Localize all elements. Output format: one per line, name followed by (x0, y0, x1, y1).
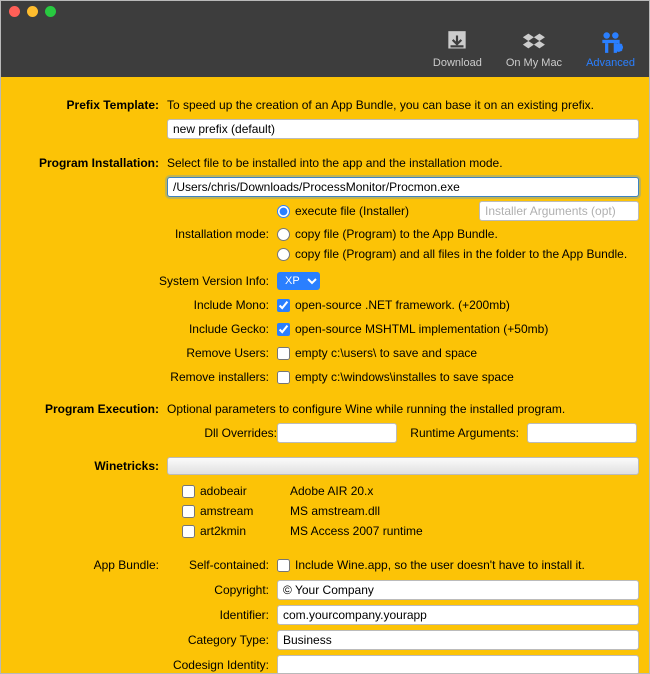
winetricks-list: adobeairAdobe AIR 20.xamstreamMS amstrea… (182, 481, 639, 541)
program-execution-desc: Optional parameters to configure Wine wh… (167, 399, 639, 419)
app-bundle-label: App Bundle: (7, 558, 167, 572)
include-gecko-checkbox[interactable] (277, 323, 290, 336)
winetrick-desc: Adobe AIR 20.x (290, 484, 373, 498)
include-gecko-desc: open-source MSHTML implementation (+50mb… (295, 322, 548, 336)
include-mono-checkbox[interactable] (277, 299, 290, 312)
mode-copy-radio[interactable] (277, 228, 290, 241)
tab-advanced[interactable]: Advanced (586, 29, 635, 69)
mode-copy-label: copy file (Program) to the App Bundle. (295, 227, 498, 241)
winetrick-checkbox[interactable] (182, 525, 195, 538)
toolbar: Download On My Mac Advanced (1, 21, 649, 77)
winetrick-item: adobeairAdobe AIR 20.x (182, 481, 639, 501)
winetrick-name: amstream (200, 504, 290, 518)
winetrick-checkbox[interactable] (182, 505, 195, 518)
content-area: Prefix Template: To speed up the creatio… (1, 77, 649, 673)
advanced-icon (598, 29, 624, 55)
dll-overrides-input[interactable] (277, 423, 397, 443)
system-version-label: System Version Info: (7, 271, 277, 291)
runtime-arguments-label: Runtime Arguments: (397, 426, 527, 440)
mode-execute-label: execute file (Installer) (295, 204, 409, 218)
winetrick-checkbox[interactable] (182, 485, 195, 498)
tab-label: On My Mac (506, 57, 562, 69)
tab-label: Advanced (586, 57, 635, 69)
remove-users-label: Remove Users: (7, 343, 277, 363)
close-icon[interactable] (9, 6, 20, 17)
remove-installers-checkbox[interactable] (277, 371, 290, 384)
self-contained-label: Self-contained: (167, 555, 277, 575)
category-type-label: Category Type: (7, 633, 277, 647)
include-mono-desc: open-source .NET framework. (+200mb) (295, 298, 510, 312)
copyright-label: Copyright: (7, 583, 277, 597)
program-path-input[interactable] (167, 177, 639, 197)
winetrick-item: art2kminMS Access 2007 runtime (182, 521, 639, 541)
titlebar (1, 1, 649, 21)
zoom-icon[interactable] (45, 6, 56, 17)
tab-download[interactable]: Download (433, 29, 482, 69)
system-version-select[interactable]: XP (277, 272, 320, 290)
app-window: Download On My Mac Advanced Prefix Templ… (0, 0, 650, 674)
prefix-template-input[interactable] (167, 119, 639, 139)
category-type-input[interactable] (277, 630, 639, 650)
copyright-input[interactable] (277, 580, 639, 600)
self-contained-checkbox[interactable] (277, 559, 290, 572)
winetrick-desc: MS amstream.dll (290, 504, 380, 518)
prefix-template-label: Prefix Template: (7, 95, 167, 115)
installer-arguments-input[interactable] (479, 201, 639, 221)
minimize-icon[interactable] (27, 6, 38, 17)
dropbox-icon (521, 29, 547, 55)
remove-users-checkbox[interactable] (277, 347, 290, 360)
installation-mode-label: Installation mode: (7, 224, 277, 244)
codesign-identity-label: Codesign Identity: (7, 658, 277, 672)
mode-execute-radio[interactable] (277, 205, 290, 218)
program-installation-label: Program Installation: (7, 153, 167, 173)
identifier-label: Identifier: (7, 608, 277, 622)
remove-users-desc: empty c:\users\ to save and space (295, 346, 477, 360)
identifier-input[interactable] (277, 605, 639, 625)
download-icon (444, 29, 470, 55)
mode-copyall-label: copy file (Program) and all files in the… (295, 247, 627, 261)
remove-installers-desc: empty c:\windows\installes to save space (295, 370, 514, 384)
dll-overrides-label: Dll Overrides: (7, 426, 277, 440)
winetrick-name: art2kmin (200, 524, 290, 538)
tab-label: Download (433, 57, 482, 69)
include-gecko-label: Include Gecko: (7, 319, 277, 339)
tab-onmymac[interactable]: On My Mac (506, 29, 562, 69)
winetrick-item: amstreamMS amstream.dll (182, 501, 639, 521)
include-mono-label: Include Mono: (7, 295, 277, 315)
program-installation-desc: Select file to be installed into the app… (167, 153, 639, 173)
codesign-identity-input[interactable] (277, 655, 639, 673)
winetricks-label: Winetricks: (7, 459, 167, 473)
winetricks-bar[interactable] (167, 457, 639, 475)
mode-copyall-radio[interactable] (277, 248, 290, 261)
runtime-arguments-input[interactable] (527, 423, 637, 443)
prefix-template-desc: To speed up the creation of an App Bundl… (167, 95, 639, 115)
winetrick-name: adobeair (200, 484, 290, 498)
self-contained-desc: Include Wine.app, so the user doesn't ha… (295, 558, 585, 572)
winetrick-desc: MS Access 2007 runtime (290, 524, 423, 538)
remove-installers-label: Remove installers: (7, 367, 277, 387)
program-execution-label: Program Execution: (7, 399, 167, 419)
